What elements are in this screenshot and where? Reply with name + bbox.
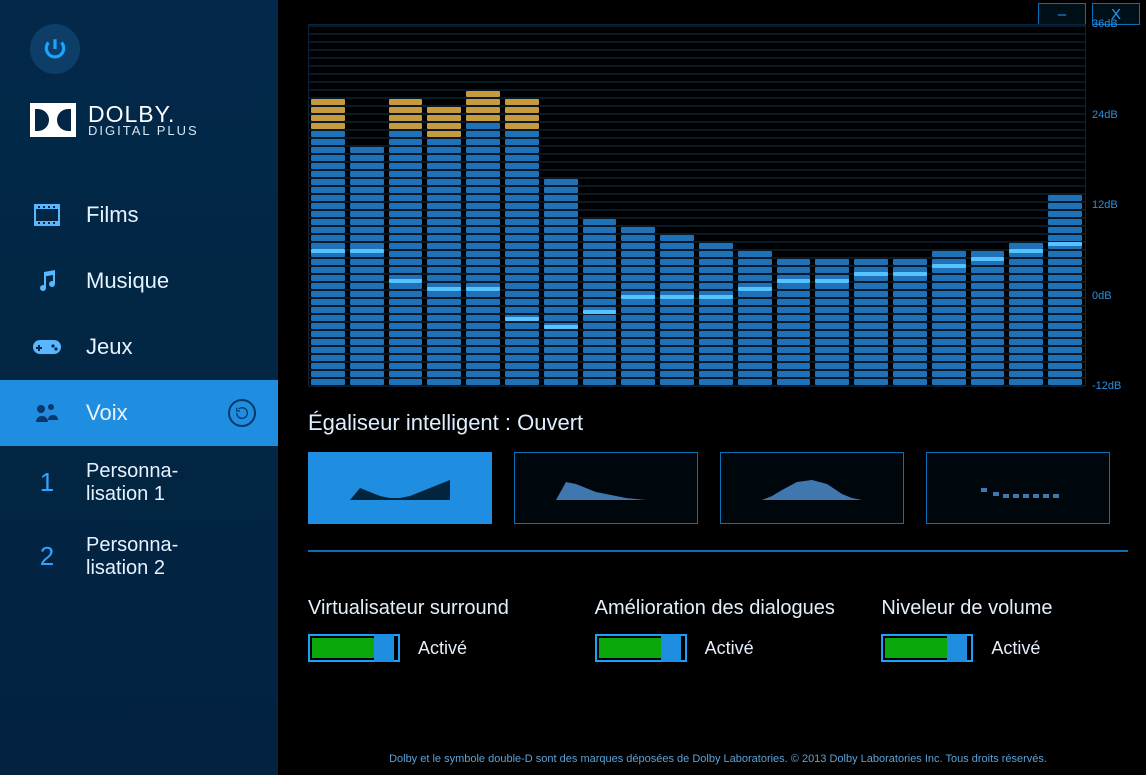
nav-voice[interactable]: Voix — [0, 380, 278, 446]
equalizer-chart — [308, 24, 1086, 386]
footer-copyright: Dolby et le symbole double-D sont des ma… — [308, 739, 1128, 775]
nav-games[interactable]: Jeux — [0, 314, 278, 380]
dialog-switch[interactable] — [595, 634, 687, 662]
toggle-title: Amélioration des dialogues — [595, 570, 842, 620]
toggle-dialog: Amélioration des dialogues Activé — [595, 570, 842, 662]
nav-label: Personna- lisation 1 — [86, 460, 178, 506]
custom-number-icon: 1 — [30, 467, 64, 498]
minimize-icon: – — [1058, 6, 1066, 23]
toggle-state: Activé — [991, 638, 1040, 659]
preset-shape-icon — [345, 466, 455, 510]
dolby-logo-icon — [30, 103, 76, 137]
main-panel: – X 36dB24dB12dB0dB-12dB Égaliseur intel… — [278, 0, 1146, 775]
brand: DOLBY. DIGITAL PLUS — [30, 102, 278, 138]
app-root: DOLBY. DIGITAL PLUS Films Musique — [0, 0, 1146, 775]
toggle-title: Virtualisateur surround — [308, 570, 555, 620]
toggle-title: Niveleur de volume — [881, 570, 1128, 620]
toggle-state: Activé — [418, 638, 467, 659]
reset-button[interactable] — [228, 399, 256, 427]
power-icon — [42, 36, 68, 62]
nav-custom-2[interactable]: 2 Personna- lisation 2 — [0, 520, 278, 594]
nav-label: Jeux — [86, 334, 132, 360]
preset-bright[interactable] — [720, 452, 904, 524]
nav-films[interactable]: Films — [0, 182, 278, 248]
preset-open[interactable] — [308, 452, 492, 524]
sidebar: DOLBY. DIGITAL PLUS Films Musique — [0, 0, 278, 775]
minimize-button[interactable]: – — [1038, 3, 1086, 25]
film-icon — [30, 204, 64, 226]
window-controls: – X — [1038, 3, 1140, 25]
feature-toggles: Virtualisateur surround Activé Améliorat… — [308, 570, 1128, 662]
nav: Films Musique Jeux Voix — [0, 182, 278, 594]
nav-label: Films — [86, 202, 139, 228]
reset-icon — [234, 405, 250, 421]
surround-switch[interactable] — [308, 634, 400, 662]
volume-switch[interactable] — [881, 634, 973, 662]
power-button[interactable] — [30, 24, 80, 74]
preset-shape-icon — [757, 466, 867, 510]
toggle-state: Activé — [705, 638, 754, 659]
preset-warm[interactable] — [514, 452, 698, 524]
eq-presets — [308, 452, 1128, 524]
preset-flat[interactable] — [926, 452, 1110, 524]
nav-music[interactable]: Musique — [0, 248, 278, 314]
brand-subtitle: DIGITAL PLUS — [88, 124, 199, 138]
toggle-surround: Virtualisateur surround Activé — [308, 570, 555, 662]
eq-title: Égaliseur intelligent : Ouvert — [308, 410, 1128, 436]
voice-icon — [30, 402, 64, 424]
nav-label: Musique — [86, 268, 169, 294]
custom-number-icon: 2 — [30, 541, 64, 572]
nav-label: Voix — [86, 400, 128, 426]
music-icon — [30, 269, 64, 293]
gamepad-icon — [30, 338, 64, 356]
toggle-volume: Niveleur de volume Activé — [881, 570, 1128, 662]
preset-shape-icon — [551, 466, 661, 510]
section-divider — [308, 550, 1128, 552]
preset-shape-icon — [963, 466, 1073, 510]
equalizer: 36dB24dB12dB0dB-12dB — [308, 24, 1128, 386]
eq-axis-labels: 36dB24dB12dB0dB-12dB — [1086, 24, 1128, 386]
nav-custom-1[interactable]: 1 Personna- lisation 1 — [0, 446, 278, 520]
nav-label: Personna- lisation 2 — [86, 534, 178, 580]
